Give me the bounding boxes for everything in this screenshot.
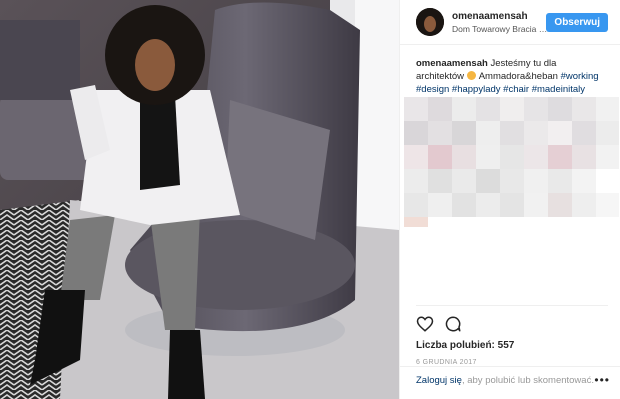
caption-mention: Ammadora&heban bbox=[478, 71, 558, 82]
post-image bbox=[0, 0, 399, 399]
likes-count[interactable]: Liczba polubień: 557 bbox=[416, 340, 608, 351]
caption-username[interactable]: omenaamensah bbox=[416, 58, 488, 69]
hashtag-chair[interactable]: #chair bbox=[503, 84, 529, 95]
post-caption: omenaamensah Jesteśmy tu dla architektów… bbox=[400, 45, 620, 96]
post-username[interactable]: omenaamensah bbox=[452, 10, 546, 23]
heart-eyes-emoji-icon bbox=[466, 71, 476, 80]
more-options-icon[interactable]: ••• bbox=[594, 373, 610, 387]
hashtag-happylady[interactable]: #happylady bbox=[452, 84, 501, 95]
post-actions: Liczba polubień: 557 6 GRUDNIA 2017 bbox=[416, 305, 608, 366]
likes-label: Liczba polubień: bbox=[416, 340, 495, 351]
likes-number: 557 bbox=[497, 340, 515, 351]
user-meta: omenaamensah Dom Towarowy Bracia J... bbox=[452, 10, 548, 35]
user-avatar[interactable] bbox=[416, 8, 444, 36]
hashtag-design[interactable]: #design bbox=[416, 84, 449, 95]
post-side-panel: omenaamensah Dom Towarowy Bracia J... Ob… bbox=[399, 0, 620, 399]
post-location[interactable]: Dom Towarowy Bracia J... bbox=[452, 23, 548, 35]
post-photo[interactable] bbox=[0, 0, 399, 399]
hashtag-madeinitaly[interactable]: #madeinitaly bbox=[532, 84, 585, 95]
login-link[interactable]: Zaloguj się bbox=[416, 375, 462, 386]
heart-icon[interactable] bbox=[416, 315, 434, 333]
comment-bubble-icon[interactable] bbox=[444, 315, 462, 333]
follow-button[interactable]: Obserwuj bbox=[546, 12, 608, 32]
action-icons bbox=[416, 314, 608, 334]
hashtag-working[interactable]: #working bbox=[561, 71, 599, 82]
instagram-post: omenaamensah Dom Towarowy Bracia J... Ob… bbox=[0, 0, 620, 399]
login-prompt: Zaloguj się, aby polubić lub skomentować… bbox=[400, 366, 620, 394]
login-prompt-text: , aby polubić lub skomentować. bbox=[461, 375, 594, 386]
blurred-comments-area bbox=[404, 97, 619, 227]
post-header: omenaamensah Dom Towarowy Bracia J... Ob… bbox=[400, 0, 620, 45]
post-date: 6 GRUDNIA 2017 bbox=[416, 359, 477, 366]
avatar-image bbox=[416, 8, 444, 36]
